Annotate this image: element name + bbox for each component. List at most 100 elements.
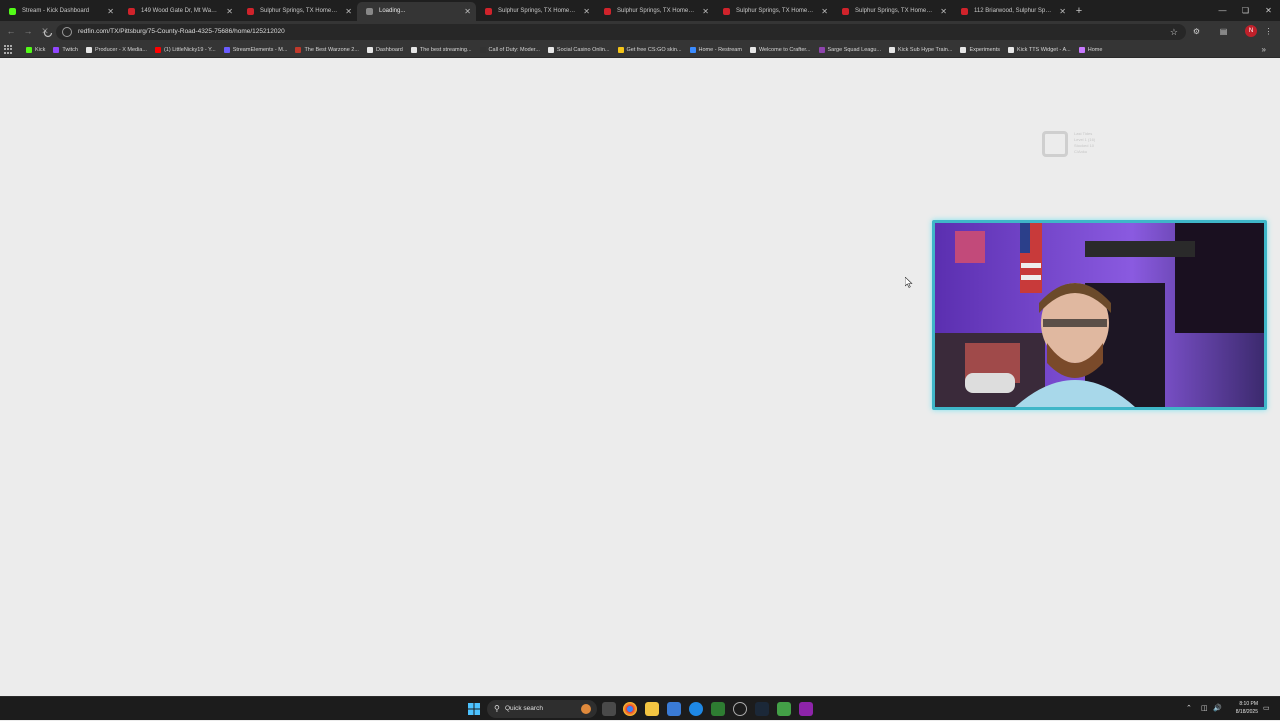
tab-close-icon[interactable]: ✕: [702, 2, 709, 21]
restore-icon[interactable]: ❏: [1234, 0, 1257, 21]
bookmark-item[interactable]: Welcome to Crafter...: [746, 43, 815, 57]
nvidia-icon[interactable]: [777, 702, 791, 716]
bookmark-item[interactable]: Social Casino Onlin...: [544, 43, 614, 57]
bookmark-favicon-icon: [366, 46, 373, 53]
new-tab-button[interactable]: +: [1071, 2, 1087, 21]
tab-close-icon[interactable]: ✕: [345, 2, 352, 21]
bookmark-item[interactable]: The Best Warzone 2...: [291, 43, 363, 57]
side-panel-icon[interactable]: ▤: [1217, 25, 1230, 38]
start-windows-icon[interactable]: [467, 702, 481, 716]
bookmark-item[interactable]: Home - Restream: [686, 43, 746, 57]
bookmark-item[interactable]: Producer - X Media...: [82, 43, 151, 57]
browser-tab[interactable]: Sulphur Springs, TX Homes for ✕: [595, 2, 714, 21]
browser-tab[interactable]: Sulphur Springs, TX Homes for ✕: [238, 2, 357, 21]
bookmark-favicon-icon: [223, 46, 230, 53]
store-icon[interactable]: [667, 702, 681, 716]
url-text[interactable]: redfin.com/TX/Pittsburg/75-County-Road-4…: [78, 24, 285, 40]
bookmark-label: Kick: [35, 46, 46, 53]
steam-icon[interactable]: [755, 702, 769, 716]
site-info-icon[interactable]: [62, 27, 72, 37]
tab-title: Sulphur Springs, TX Homes for: [855, 8, 938, 14]
tab-close-icon[interactable]: ✕: [940, 2, 947, 21]
windows-taskbar: ⚲ Quick search ⌃ ◫ 🔊 8:10 PM 8/18/2025 ▭: [0, 696, 1280, 720]
back-icon[interactable]: ←: [4, 24, 18, 38]
tab-close-icon[interactable]: ✕: [107, 2, 114, 21]
bookmark-label: Producer - X Media...: [94, 46, 147, 53]
bookmark-label: Twitch: [62, 46, 78, 53]
bookmark-favicon-icon: [749, 46, 756, 53]
tab-close-icon[interactable]: ✕: [1059, 2, 1066, 21]
bookmark-item[interactable]: Call of Duty: Moder...: [476, 43, 544, 57]
bookmark-item[interactable]: Kick: [22, 43, 49, 57]
tab-close-icon[interactable]: ✕: [464, 2, 471, 21]
bookmark-favicon-icon: [53, 46, 60, 53]
bookmark-item[interactable]: Kick TTS Widget - A...: [1004, 43, 1075, 57]
network-icon[interactable]: ◫: [1201, 697, 1208, 721]
tab-close-icon[interactable]: ✕: [821, 2, 828, 21]
bookmark-label: Dashboard: [375, 46, 403, 53]
bookmark-item[interactable]: The best streaming...: [407, 43, 476, 57]
app-green-icon[interactable]: [711, 702, 725, 716]
bookmark-item[interactable]: Experiments: [956, 43, 1004, 57]
volume-icon[interactable]: 🔊: [1213, 697, 1222, 721]
browser-tab[interactable]: Loading... ✕: [357, 2, 476, 21]
bookmark-favicon-icon: [818, 46, 825, 53]
tab-close-icon[interactable]: ✕: [226, 2, 233, 21]
edge-icon[interactable]: [689, 702, 703, 716]
bookmark-label: (1) LittleNicky19 - Y...: [163, 46, 216, 53]
tab-title: Sulphur Springs, TX Homes for: [736, 8, 819, 14]
browser-toolbar: ← → ✕ redfin.com/TX/Pittsburg/75-County-…: [0, 21, 1280, 42]
bookmark-item[interactable]: Twitch: [49, 43, 82, 57]
bookmark-favicon-icon: [410, 46, 417, 53]
tab-title: Stream - Kick Dashboard: [22, 8, 90, 14]
tab-title: Sulphur Springs, TX Homes for: [260, 8, 343, 14]
quick-search-label: Quick search: [505, 705, 543, 712]
notification-icon[interactable]: ▭: [1263, 697, 1270, 721]
settings-icon[interactable]: [733, 702, 747, 716]
address-bar[interactable]: redfin.com/TX/Pittsburg/75-County-Road-4…: [56, 24, 1186, 40]
bookmarks-bar: Kick Twitch Producer - X Media... (1) Littl…: [0, 42, 1280, 58]
bookmark-item[interactable]: StreamElements - M...: [220, 43, 292, 57]
bookmark-star-icon[interactable]: ☆: [1170, 24, 1178, 40]
file-explorer-icon[interactable]: [645, 702, 659, 716]
tab-close-icon[interactable]: ✕: [583, 2, 590, 21]
bookmark-label: The best streaming...: [419, 46, 472, 53]
minimize-icon[interactable]: —: [1211, 0, 1234, 21]
bookmark-item[interactable]: Home: [1075, 43, 1107, 57]
browser-tab[interactable]: 112 Briarwood, Sulphur Springs ✕: [952, 2, 1071, 21]
bookmark-item[interactable]: (1) LittleNicky19 - Y...: [151, 43, 220, 57]
profile-avatar[interactable]: N: [1245, 25, 1257, 37]
webcam-overlay: [932, 220, 1267, 410]
browser-tab[interactable]: Stream - Kick Dashboard ✕: [0, 2, 119, 21]
bookmark-favicon-icon: [689, 46, 696, 53]
browser-tab[interactable]: Sulphur Springs, TX Homes for ✕: [714, 2, 833, 21]
bookmarks-overflow-icon[interactable]: »: [1262, 42, 1266, 58]
bookmark-label: Welcome to Crafter...: [758, 46, 811, 53]
tab-title: Sulphur Springs, TX Homes for: [617, 8, 700, 14]
apps-grid-icon[interactable]: [4, 44, 16, 55]
bookmark-favicon-icon: [889, 46, 896, 53]
clock-date: 8/18/2025: [1235, 709, 1258, 715]
system-clock[interactable]: 8:10 PM 8/18/2025: [1226, 700, 1258, 716]
obs-icon[interactable]: [799, 702, 813, 716]
task-view-icon[interactable]: [602, 702, 616, 716]
tab-favicon-icon: [604, 8, 611, 15]
bookmark-favicon-icon: [960, 46, 967, 53]
forward-icon[interactable]: →: [21, 24, 35, 38]
close-window-icon[interactable]: ✕: [1257, 0, 1280, 21]
browser-tab[interactable]: Sulphur Springs, TX Homes for ✕: [476, 2, 595, 21]
bookmark-item[interactable]: Kick Sub Hype Train...: [885, 43, 956, 57]
chrome-icon[interactable]: [623, 702, 637, 716]
bookmark-item[interactable]: Dashboard: [363, 43, 407, 57]
browser-tab[interactable]: 149 Wood Gate Dr, Mt Washin... ✕: [119, 2, 238, 21]
tray-chevron-icon[interactable]: ⌃: [1186, 697, 1192, 721]
menu-icon[interactable]: ⋮: [1262, 25, 1275, 38]
quick-search-box[interactable]: ⚲ Quick search: [487, 700, 597, 718]
browser-tab[interactable]: Sulphur Springs, TX Homes for ✕: [833, 2, 952, 21]
bookmark-item[interactable]: Get free CS:GO skin...: [614, 43, 686, 57]
bookmark-label: Home: [1087, 46, 1103, 53]
bookmark-item[interactable]: Sarge Squad Leagu...: [815, 43, 886, 57]
extensions-icon[interactable]: ⚙: [1190, 25, 1203, 38]
bookmark-label: Call of Duty: Moder...: [488, 46, 540, 53]
bookmark-favicon-icon: [617, 46, 624, 53]
